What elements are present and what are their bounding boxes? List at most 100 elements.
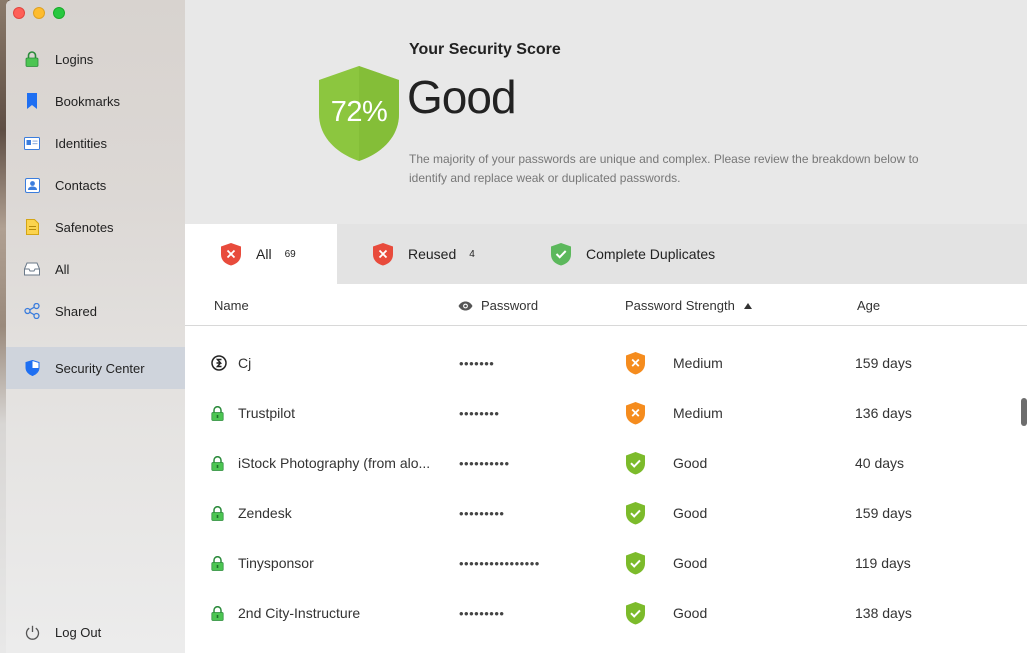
tab-complete-duplicates[interactable]: Complete Duplicates	[537, 224, 777, 284]
sidebar-item-all[interactable]: All	[6, 248, 185, 290]
lock-icon	[211, 388, 227, 438]
sidebar-item-label: Shared	[55, 303, 97, 319]
site-logo-icon	[211, 338, 227, 388]
tab-reused[interactable]: Reused 4	[337, 224, 537, 284]
row-name: Tinysponsor	[238, 555, 314, 571]
table-row[interactable]: Trustpilot •••••••• Medium 136 days	[185, 388, 1027, 438]
sidebar-item-label: Identities	[55, 135, 108, 151]
security-score-panel: 72% Your Security Score Good The majorit…	[185, 0, 1027, 224]
sidebar-item-identities[interactable]: Identities	[6, 122, 185, 164]
table-row[interactable]: 2nd City-Instructure ••••••••• Good 138 day…	[185, 588, 1027, 638]
row-password: ••••••••	[459, 405, 500, 421]
row-age: 159 days	[855, 505, 912, 521]
row-strength: Good	[625, 588, 707, 638]
sidebar-item-safenotes[interactable]: Safenotes	[6, 206, 185, 248]
row-password: •••••••••	[459, 605, 505, 621]
row-password: •••••••••	[459, 505, 505, 521]
strength-label: Medium	[673, 355, 723, 371]
row-name: 2nd City-Instructure	[238, 605, 361, 621]
column-label: Name	[214, 298, 249, 313]
log-out-button[interactable]: Log Out	[6, 611, 185, 653]
sidebar-item-logins[interactable]: Logins	[6, 38, 185, 80]
row-age: 138 days	[855, 605, 912, 621]
column-label: Password Strength	[625, 298, 735, 313]
row-strength: Medium	[625, 338, 723, 388]
filter-tabs: All 69 Reused 4 Complete Duplicates	[185, 224, 1027, 284]
lock-icon	[24, 51, 40, 67]
row-age: 40 days	[855, 455, 905, 471]
sidebar-item-bookmarks[interactable]: Bookmarks	[6, 80, 185, 122]
alert-shield-icon	[373, 243, 393, 266]
scrollbar-thumb[interactable]	[1021, 398, 1027, 426]
check-shield-icon	[551, 243, 571, 266]
column-label: Password	[481, 298, 539, 313]
alert-shield-icon	[221, 243, 241, 266]
check-shield-icon	[625, 551, 659, 575]
zoom-window-button[interactable]	[53, 7, 65, 19]
score-description: The majority of your passwords are uniqu…	[409, 152, 919, 185]
row-name: Cj	[238, 355, 252, 371]
check-shield-icon	[625, 451, 659, 475]
row-name: iStock Photography (from alo...	[238, 455, 431, 471]
row-strength: Good	[625, 538, 707, 588]
minimize-window-button[interactable]	[33, 7, 45, 19]
tab-label: All	[256, 246, 272, 262]
power-icon	[24, 624, 40, 640]
warning-shield-icon	[625, 351, 659, 375]
check-shield-icon	[625, 501, 659, 525]
sidebar-item-shared[interactable]: Shared	[6, 290, 185, 332]
tab-all[interactable]: All 69	[185, 224, 337, 284]
row-age: 159 days	[855, 355, 912, 371]
strength-label: Good	[673, 505, 708, 521]
table-row[interactable]: Cj ••••••• Medium 159 days	[185, 338, 1027, 388]
score-percent: 72%	[330, 96, 388, 128]
sidebar: Logins Bookmarks Identities Contacts Saf…	[6, 0, 185, 653]
id-card-icon	[24, 135, 40, 151]
eye-icon[interactable]	[458, 301, 473, 311]
strength-label: Medium	[673, 405, 723, 421]
column-header-strength[interactable]: Password Strength	[625, 298, 752, 313]
strength-label: Good	[673, 555, 708, 571]
sidebar-item-security-center[interactable]: Security Center	[6, 347, 185, 389]
row-strength: Medium	[625, 388, 723, 438]
tab-label: Complete Duplicates	[586, 246, 716, 262]
sidebar-item-label: Bookmarks	[55, 93, 121, 109]
sidebar-item-label: Security Center	[55, 360, 145, 376]
contact-icon	[24, 177, 40, 193]
tab-count: 4	[469, 248, 475, 260]
tab-count: 69	[284, 248, 296, 260]
row-age: 136 days	[855, 405, 912, 421]
log-out-label: Log Out	[55, 624, 102, 640]
column-label: Age	[857, 298, 881, 313]
note-icon	[24, 219, 40, 235]
lock-icon	[211, 588, 227, 638]
score-title: Your Security Score	[409, 41, 561, 58]
column-header-name[interactable]: Name	[214, 298, 249, 313]
sidebar-item-label: Safenotes	[55, 219, 114, 235]
bookmark-icon	[24, 93, 40, 109]
row-name: Zendesk	[238, 505, 292, 521]
main-content: 72% Your Security Score Good The majorit…	[185, 0, 1027, 653]
share-icon	[24, 303, 40, 319]
sidebar-item-label: Contacts	[55, 177, 107, 193]
column-header-age[interactable]: Age	[857, 298, 880, 313]
table-row[interactable]: Zendesk ••••••••• Good 159 days	[185, 488, 1027, 538]
table-row[interactable]: iStock Photography (from alo... •••••••••…	[185, 438, 1027, 488]
score-rating: Good	[407, 71, 517, 123]
lock-icon	[211, 438, 227, 488]
sidebar-item-label: Logins	[55, 51, 94, 67]
table-row[interactable]: Tinysponsor •••••••••••••••• Good 119 days	[185, 538, 1027, 588]
window-controls	[13, 7, 65, 19]
row-password: ••••••••••••••••	[459, 555, 540, 571]
sort-ascending-icon	[743, 302, 752, 309]
strength-label: Good	[673, 455, 708, 471]
sidebar-item-contacts[interactable]: Contacts	[6, 164, 185, 206]
row-password: ••••••••••	[459, 455, 510, 471]
sidebar-item-label: All	[55, 261, 70, 277]
lock-icon	[211, 488, 227, 538]
row-name: Trustpilot	[238, 405, 296, 421]
close-window-button[interactable]	[13, 7, 25, 19]
column-header-password[interactable]: Password	[458, 298, 538, 313]
row-password: •••••••	[459, 355, 495, 371]
check-shield-icon	[625, 601, 659, 625]
